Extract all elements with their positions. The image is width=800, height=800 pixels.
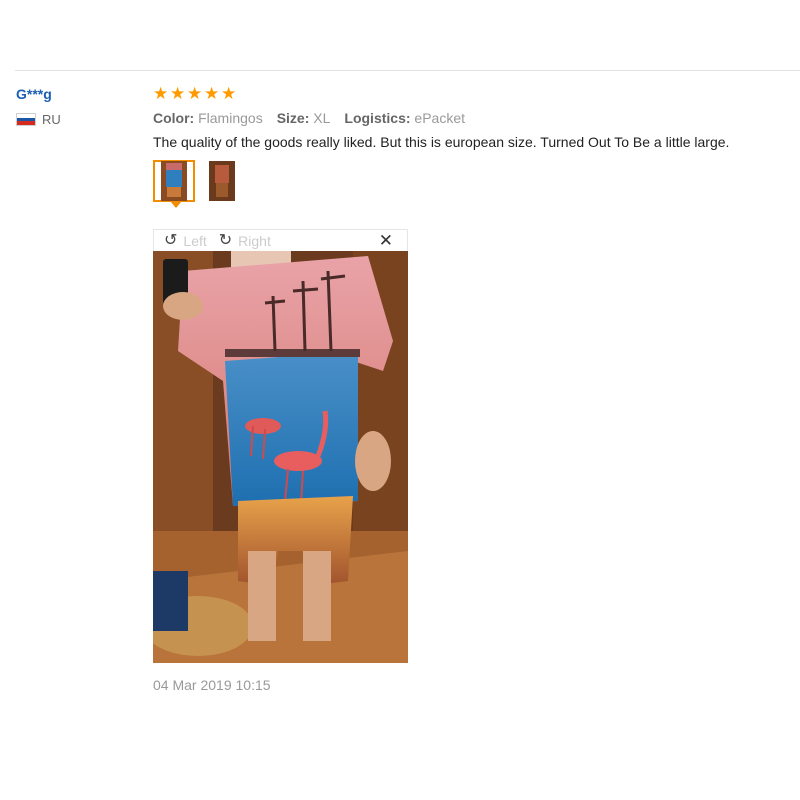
image-viewer: ↺ Left ↻ Right ✕: [153, 229, 408, 663]
rotate-left-icon: ↺: [164, 231, 178, 249]
top-divider: [15, 70, 800, 71]
star-icon: ★: [221, 84, 237, 103]
viewer-toolbar: ↺ Left ↻ Right ✕: [153, 229, 408, 251]
review-date: 04 Mar 2019 10:15: [153, 677, 271, 693]
star-icon: ★: [170, 84, 186, 103]
thumbnail-image: [209, 161, 235, 201]
color-label: Color:: [153, 110, 195, 126]
rotate-right-button[interactable]: ↻ Right: [218, 231, 271, 249]
size-label: Size:: [276, 110, 310, 126]
review-body: ★ ★ ★ ★ ★ Color: Flamingos Size: XL Logi…: [153, 84, 793, 208]
thumbnail-1[interactable]: [153, 160, 195, 208]
reviewer-name: G***g: [16, 86, 52, 102]
thumbnail-2[interactable]: [201, 160, 243, 202]
logistics-value: ePacket: [414, 110, 466, 126]
star-rating: ★ ★ ★ ★ ★: [153, 84, 793, 106]
russia-flag-icon: [16, 113, 36, 126]
review-photo: [153, 251, 408, 663]
review-text: The quality of the goods really liked. B…: [153, 134, 730, 150]
review-thumbnails: [153, 160, 793, 208]
size-value: XL: [313, 110, 331, 126]
thumbnail-image: [161, 161, 187, 201]
star-icon: ★: [153, 84, 169, 103]
rotate-right-icon: ↻: [218, 231, 233, 249]
reviewer-country: RU: [16, 112, 61, 127]
country-code: RU: [42, 112, 61, 127]
order-details: Color: Flamingos Size: XL Logistics: ePa…: [153, 110, 793, 126]
rotate-left-label: Left: [183, 232, 207, 249]
star-icon: ★: [204, 84, 220, 103]
star-icon: ★: [187, 84, 203, 103]
color-info: Color: Flamingos: [153, 110, 263, 126]
close-icon[interactable]: ✕: [379, 231, 393, 251]
rotate-left-button[interactable]: ↺ Left: [164, 231, 207, 249]
rotate-right-label: Right: [238, 232, 271, 249]
logistics-label: Logistics:: [344, 110, 411, 126]
color-value: Flamingos: [198, 110, 263, 126]
logistics-info: Logistics: ePacket: [344, 110, 465, 126]
reviewer-info: G***g RU: [16, 86, 61, 127]
size-info: Size: XL: [277, 110, 331, 126]
